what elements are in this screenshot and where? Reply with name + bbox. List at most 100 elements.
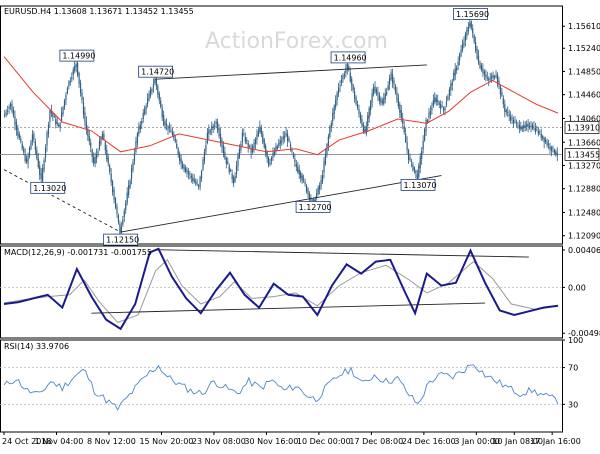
candle-body [520, 125, 522, 130]
candle-body [247, 142, 249, 148]
candle-body [205, 145, 207, 152]
candle-body [298, 169, 300, 175]
candle-body [116, 206, 118, 214]
candle-body [195, 181, 197, 184]
macd-trendline [155, 249, 529, 258]
candle-body [342, 75, 344, 80]
candle-body [200, 170, 203, 179]
candle-body [402, 118, 404, 124]
price-trendline [120, 175, 442, 233]
candle-body [254, 139, 257, 144]
candle-body [235, 165, 238, 174]
candle-body [356, 104, 359, 108]
price-y-tick-label: 1.13270 [568, 161, 600, 170]
candle-body [445, 101, 448, 106]
candle-body [418, 165, 420, 178]
candle-body [74, 65, 76, 71]
candle-body [155, 79, 157, 87]
candle-body [273, 151, 276, 155]
rsi-panel: 100 70 30 [0, 336, 583, 433]
candle-body [553, 149, 555, 154]
candle-body [467, 27, 469, 32]
candle-body [297, 166, 299, 172]
candle-body [365, 126, 367, 134]
candle-body [352, 85, 354, 91]
candle-body [422, 140, 424, 150]
candle-body [542, 135, 544, 139]
candle-body [56, 122, 58, 125]
candle-body [432, 99, 434, 107]
candle-body [221, 139, 223, 148]
candle-body [380, 98, 382, 103]
candle-body [158, 93, 160, 101]
candle-body [256, 134, 258, 140]
candle-body [335, 100, 337, 108]
candle-body [386, 91, 388, 95]
candle-body [493, 76, 496, 78]
candle-body [110, 173, 112, 182]
candle-body [72, 69, 74, 75]
candle-body [552, 147, 554, 149]
candle-body [154, 78, 156, 84]
x-axis-tick-label: 1 Nov 04:00 [34, 437, 83, 446]
price-annotation-label: 1.14960 [334, 53, 367, 62]
price-y-tick-label: 1.12090 [568, 232, 600, 241]
candle-body [112, 181, 114, 193]
candle-body [521, 126, 523, 130]
candle-body [435, 98, 437, 103]
candle-body [415, 170, 417, 174]
candle-body [11, 104, 13, 112]
candle-body [230, 169, 232, 171]
candle-body [81, 92, 83, 101]
candle-body [556, 152, 558, 156]
price-annotation-label: 1.14990 [62, 52, 95, 61]
x-axis-tick-label: 17 Dec 08:00 [349, 437, 403, 446]
candle-body [167, 125, 169, 130]
candle-body [62, 107, 64, 115]
candle-body [60, 112, 63, 122]
candle-body [136, 133, 138, 143]
candle-body [536, 129, 538, 131]
candle-body [405, 133, 407, 142]
candle-body [9, 103, 12, 107]
candle-body [250, 148, 252, 153]
candle-body [91, 149, 93, 158]
price-y-tick-label: 1.14460 [568, 91, 600, 100]
candle-body [142, 112, 144, 120]
candle-body [171, 131, 173, 135]
candle-body [17, 127, 19, 136]
candle-body [262, 133, 264, 142]
candle-body [451, 82, 453, 86]
candle-body [492, 74, 494, 78]
candle-body [413, 167, 415, 171]
candle-body [117, 215, 120, 222]
candle-body [266, 151, 268, 159]
candle-body [82, 102, 85, 115]
candle-body [330, 122, 332, 128]
candle-body [39, 165, 41, 175]
candle-body [340, 80, 343, 83]
price-y-tick-label: 1.12480 [568, 208, 600, 217]
candle-body [222, 145, 225, 154]
candle-body [138, 126, 140, 134]
candle-body [246, 139, 248, 142]
level-label: 1.13910 [567, 123, 600, 132]
candle-body [46, 132, 48, 146]
candle-body [265, 145, 267, 154]
price-annotation-label: 1.13070 [404, 181, 437, 190]
candle-body [501, 92, 503, 96]
candle-body [324, 153, 327, 164]
candle-body [327, 136, 329, 146]
candle-body [104, 141, 106, 151]
candle-body [523, 124, 525, 128]
candle-body [508, 114, 510, 117]
candle-body [152, 84, 155, 88]
candle-body [49, 110, 51, 123]
candle-body [511, 118, 513, 119]
candle-body [533, 126, 535, 128]
candle-body [333, 106, 335, 115]
candle-body [128, 185, 130, 195]
price-trendline [3, 169, 121, 233]
candle-body [189, 173, 191, 175]
candle-body [218, 127, 220, 137]
